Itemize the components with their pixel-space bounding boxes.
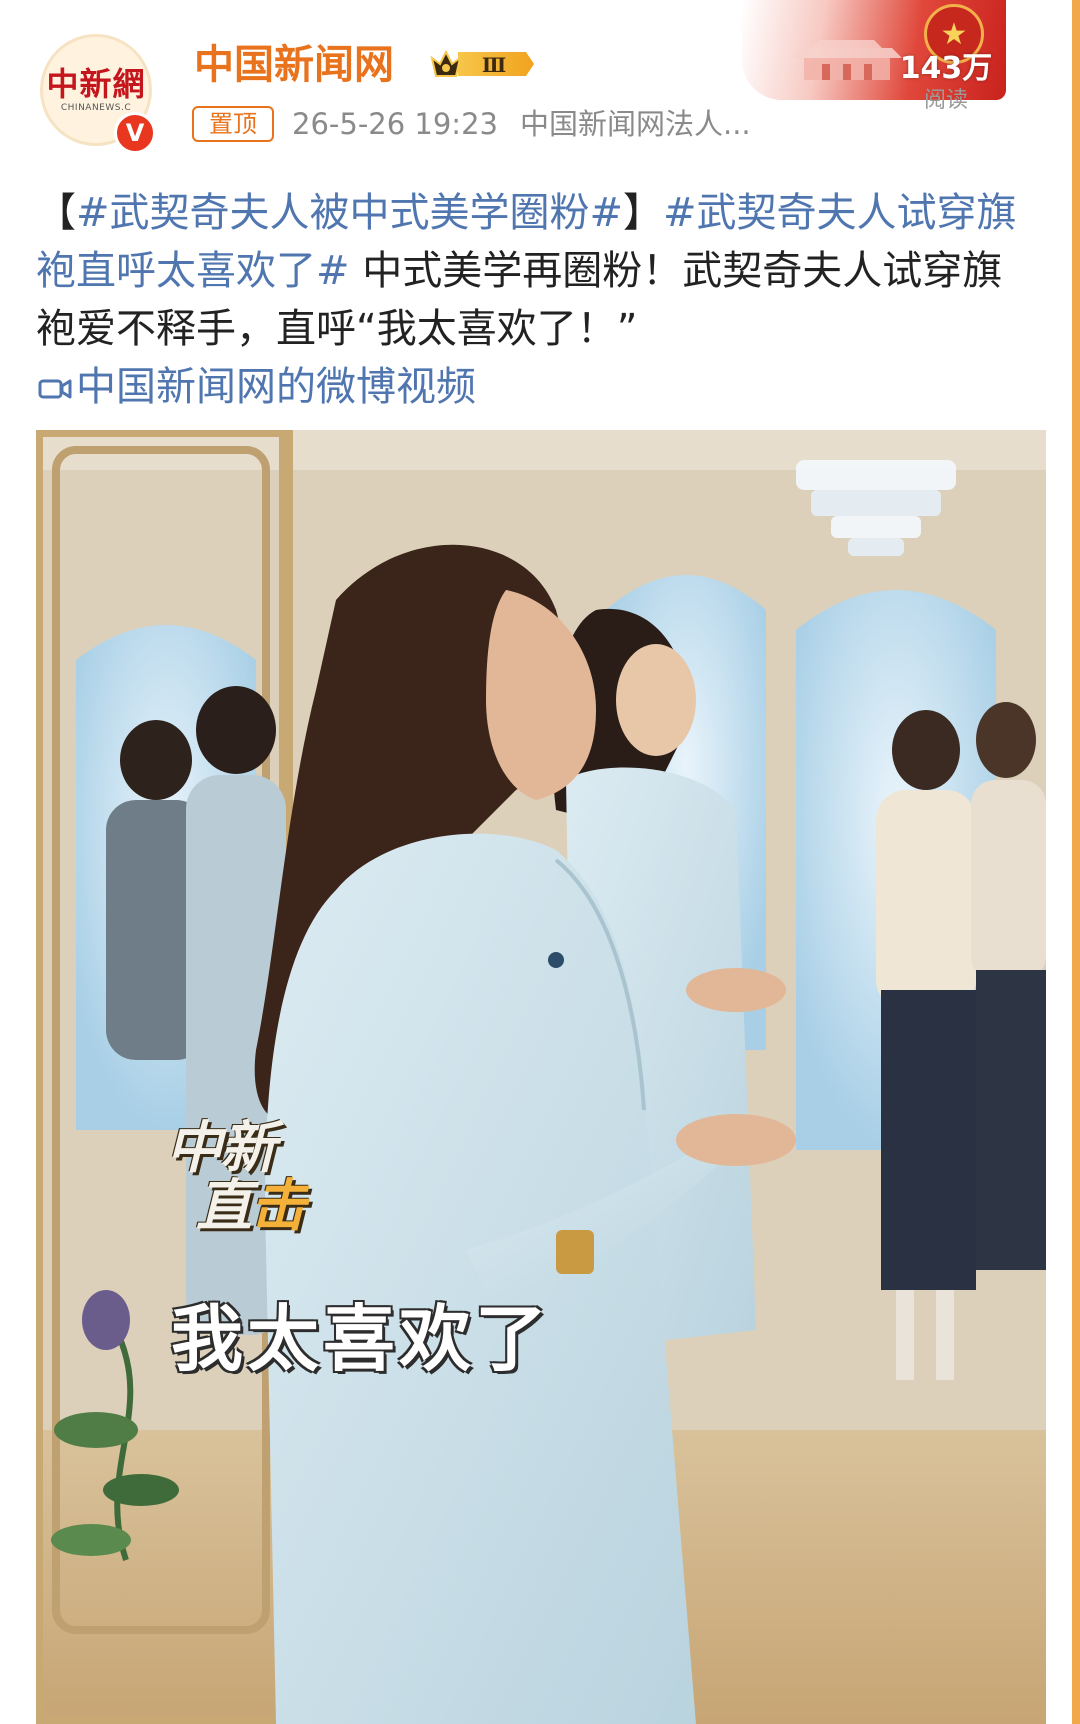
vip-level-badge-icon: Ⅲ: [430, 49, 534, 77]
post-source: 中国新闻网法人...: [519, 107, 751, 141]
video-subtitle: 我太喜欢了: [170, 1297, 551, 1381]
video-player[interactable]: 中新 直击 我太喜欢了: [36, 430, 1046, 1724]
view-count-label: 阅读: [923, 88, 968, 113]
pinned-tag: 置顶: [192, 106, 274, 142]
watermark-line-1: 中新: [166, 1116, 276, 1181]
video-camera-icon: [38, 379, 72, 399]
watermark-char-a: 直: [196, 1174, 252, 1239]
post-meta: 26-5-26 19:23 中国新闻网法人...: [292, 104, 751, 144]
video-frame-image: [36, 430, 1046, 1724]
bracket-close: 】: [623, 190, 664, 236]
video-link[interactable]: 中国新闻网的微博视频: [36, 364, 476, 410]
hashtag-link[interactable]: #武契奇夫人被中式美学圈粉#: [76, 190, 623, 236]
video-watermark: 中新 直击: [166, 1120, 306, 1236]
view-count: 143万: [899, 51, 993, 86]
avatar-logo-subtext: CHINANEWS.C: [60, 103, 132, 113]
vip-level-text: Ⅲ: [482, 53, 506, 77]
video-link-label: 中国新闻网的微博视频: [76, 364, 476, 410]
tiananmen-illustration-icon: [792, 40, 902, 80]
post-timestamp: 26-5-26 19:23: [292, 107, 498, 141]
verified-badge-icon: V: [114, 112, 156, 154]
watermark-char-b: 击: [250, 1174, 306, 1239]
bracket-open: 【: [36, 190, 76, 236]
weibo-post-card: 中新網 CHINANEWS.C V 中国新闻网 Ⅲ 置顶 26-5-26 19:…: [0, 0, 1080, 1724]
post-text: 【#武契奇夫人被中式美学圈粉#】#武契奇夫人试穿旗袍直呼太喜欢了# 中式美学再圈…: [36, 184, 1036, 416]
watermark-line-2: 直击: [196, 1178, 306, 1236]
avatar-logo-text: 中新網: [46, 65, 146, 103]
author-name[interactable]: 中国新闻网: [194, 40, 394, 90]
